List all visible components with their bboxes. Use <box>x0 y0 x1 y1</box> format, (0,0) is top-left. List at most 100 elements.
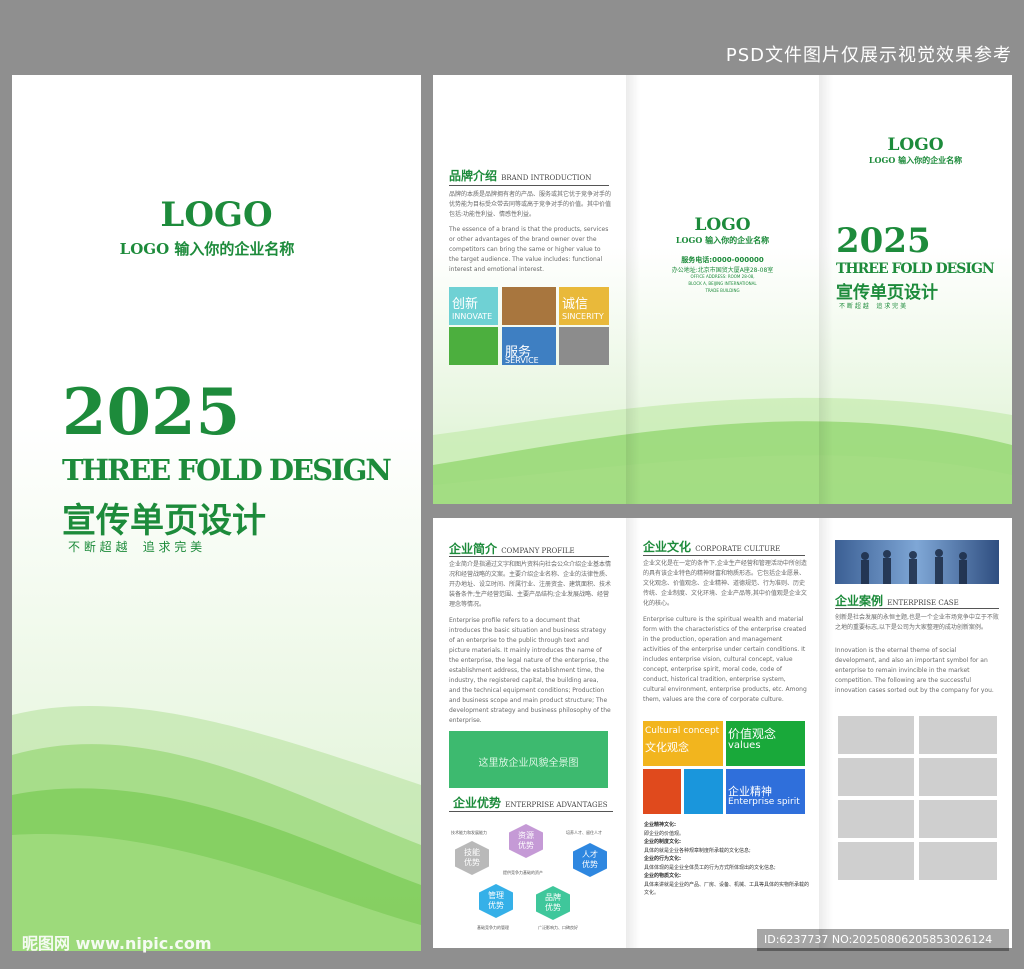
bottom-spread: 企业简介 COMPANY PROFILE 企业简介是指通过文字和图片资料向社会公… <box>433 518 1012 948</box>
tile-cn: 创新 <box>452 297 479 312</box>
profile-text-en: Enterprise profile refers to a document … <box>449 617 611 724</box>
case-title-en: ENTERPRISE CASE <box>887 599 959 607</box>
item-label: 企业的制度文化: <box>644 839 682 845</box>
cover-title-cn: 宣传单页设计 <box>62 501 266 541</box>
site-watermark: 昵图网 www.nipic.com <box>22 934 212 953</box>
case-image-placeholder <box>919 800 997 838</box>
tile-en: Cultural concept <box>645 726 720 736</box>
id-watermark-text: ID:6237737 NO:20250806205853026124 <box>764 933 993 946</box>
culture-tile-spirit: 企业精神 Enterprise spirit <box>726 769 805 814</box>
contact-address-en: OFFICE ADDRESS: ROOM 28-08, <box>690 274 755 279</box>
top-spread: 品牌介绍 BRAND INTRODUCTION 品牌的本质是品牌拥有者的产品、服… <box>433 75 1012 504</box>
business-people-icon <box>861 549 967 584</box>
contact-phone: 服务电话:0000-000000 <box>681 256 764 264</box>
contact-address-en: TRADE BUILDING <box>705 288 740 293</box>
brand-text-cn: 品牌的本质是品牌拥有者的产品、服务或其它优于竞争对手的优势能为目标受众带去同等或… <box>449 191 612 218</box>
psd-notice: PSD文件图片仅展示视觉效果参考 <box>725 45 1012 66</box>
divider <box>449 811 613 812</box>
item-text: 具体的就是企业各种规章制度所承载的文化信息; <box>644 847 751 854</box>
cover-company: LOGO 输入你的企业名称 <box>119 240 295 258</box>
brand-tile-service: 服务 SERVICE <box>502 327 556 365</box>
advantage-note: 基础竞争力的管理 <box>477 925 509 930</box>
brand-tile-sincerity: 诚信 SINCERITY <box>559 287 609 325</box>
case-title: 企业案例 <box>835 594 884 608</box>
contact-company: LOGO 输入你的企业名称 <box>675 235 770 245</box>
culture-title-en: CORPORATE CULTURE <box>695 545 781 553</box>
tile-cn: 诚信 <box>562 297 589 312</box>
case-image-placeholder <box>838 716 914 754</box>
profile-text-cn: 企业简介是指通过文字和图片资料向社会公众介绍企业基本情况和经营战略的文案。主要介… <box>449 561 612 608</box>
case-image-placeholder <box>838 842 914 880</box>
case-photo <box>835 540 999 584</box>
cover2-title-cn: 宣传单页设计 <box>836 283 938 303</box>
divider <box>449 556 609 557</box>
top-wave <box>433 397 1012 504</box>
brand-tile <box>559 327 609 365</box>
brand-heading: 品牌介绍 BRAND INTRODUCTION <box>449 167 591 184</box>
culture-text-en: Enterprise culture is the spiritual weal… <box>643 616 807 703</box>
culture-tile <box>684 769 723 814</box>
culture-item: 企业精神文化: 即企业的价值观。 企业的制度文化: 具体的就是企业各种规章制度所… <box>644 821 809 898</box>
brand-title-en: BRAND INTRODUCTION <box>501 174 592 182</box>
case-image-placeholder <box>838 758 914 796</box>
profile-heading: 企业简介 COMPANY PROFILE <box>449 540 575 557</box>
advantage-note: 培养人才、留住人才 <box>566 830 602 835</box>
fold-shadow <box>626 518 640 948</box>
profile-image-label: 这里放企业风貌全景图 <box>478 758 579 769</box>
cover-wave <box>12 705 421 951</box>
hex-management: 管理 优势 <box>479 884 513 918</box>
brand-title: 品牌介绍 <box>449 169 498 183</box>
brand-text-en: The essence of a brand is that the produ… <box>449 226 609 273</box>
advantages-title: 企业优势 <box>453 796 502 810</box>
divider <box>643 555 805 556</box>
advantage-note: 技术能力和发展能力 <box>451 830 487 835</box>
hex-resource: 资源 优势 <box>509 824 543 858</box>
culture-tile-concept: Cultural concept 文化观念 <box>643 721 723 766</box>
cover2-company: LOGO 输入你的企业名称 <box>868 155 963 165</box>
divider <box>835 608 999 609</box>
culture-title: 企业文化 <box>643 540 692 554</box>
item-label: 企业精神文化: <box>644 822 677 828</box>
culture-tile-values: 价值观念 values <box>726 721 805 766</box>
case-image-placeholder <box>919 842 997 880</box>
cover-title-en: THREE FOLD DESIGN <box>62 453 392 487</box>
advantages-title-en: ENTERPRISE ADVANTAGES <box>505 801 608 809</box>
tile-en: SINCERITY <box>562 312 604 321</box>
tile-en: INNOVATE <box>452 312 493 321</box>
brand-tile <box>502 287 556 325</box>
advantage-note: 提供竞争力基础的资产 <box>503 870 543 875</box>
advantages-heading: 企业优势 ENTERPRISE ADVANTAGES <box>453 794 608 811</box>
brand-tile-innovate: 创新 INNOVATE <box>449 287 498 325</box>
item-label: 企业的物质文化: <box>644 873 682 879</box>
culture-text-cn: 企业文化是在一定的条件下,企业生产经营和管理活动中所创造的具有该企业特色的精神财… <box>643 560 807 607</box>
contact-address-en: BLOCK A, BEIJING INTERNATIONAL <box>688 281 757 286</box>
cover2-title-en: THREE FOLD DESIGN <box>836 261 995 277</box>
hex-talent: 人才 优势 <box>573 843 607 877</box>
cover-panel: LOGO LOGO 输入你的企业名称 2025 THREE FOLD DESIG… <box>12 75 421 951</box>
item-text: 具体来讲就是企业的产品、厂房、设备、机械、工具等具体的实物所承载的文化。 <box>644 881 810 897</box>
divider <box>449 185 609 186</box>
cover2-slogan: 不 断 超 越 追 求 完 美 <box>839 303 907 310</box>
tile-en: values <box>728 740 761 751</box>
item-text: 即企业的价值观。 <box>644 830 685 837</box>
advantage-note: 广泛影响力、口碑良好 <box>538 925 578 930</box>
culture-heading: 企业文化 CORPORATE CULTURE <box>643 538 780 555</box>
cover2-logo: LOGO <box>887 135 944 155</box>
tile-cn: 文化观念 <box>645 741 689 754</box>
cover-slogan: 不 断 超 越 追 求 完 美 <box>68 540 203 554</box>
item-text: 具体体现的是企业全体员工的行为方式所体现出的文化信息; <box>644 864 776 871</box>
case-heading: 企业案例 ENTERPRISE CASE <box>835 592 959 609</box>
cover-year: 2025 <box>62 375 241 450</box>
hex-brand: 品牌 优势 <box>536 886 570 920</box>
case-text-cn: 创新是社会发展的永恒主题,也是一个企业市场竞争中立于不败之地的重要标志,以下是公… <box>835 614 999 631</box>
case-image-placeholder <box>919 758 997 796</box>
profile-title-en: COMPANY PROFILE <box>501 547 575 555</box>
cover2-year: 2025 <box>836 221 931 261</box>
hex-skill: 技能 优势 <box>455 841 489 875</box>
contact-address: 办公地址:北京市国贸大厦A座28-08室 <box>671 267 774 274</box>
contact-logo: LOGO <box>694 215 751 235</box>
cover-logo: LOGO <box>160 195 273 235</box>
case-image-placeholder <box>838 800 914 838</box>
item-label: 企业的行为文化: <box>644 856 682 862</box>
profile-title: 企业简介 <box>449 542 498 556</box>
